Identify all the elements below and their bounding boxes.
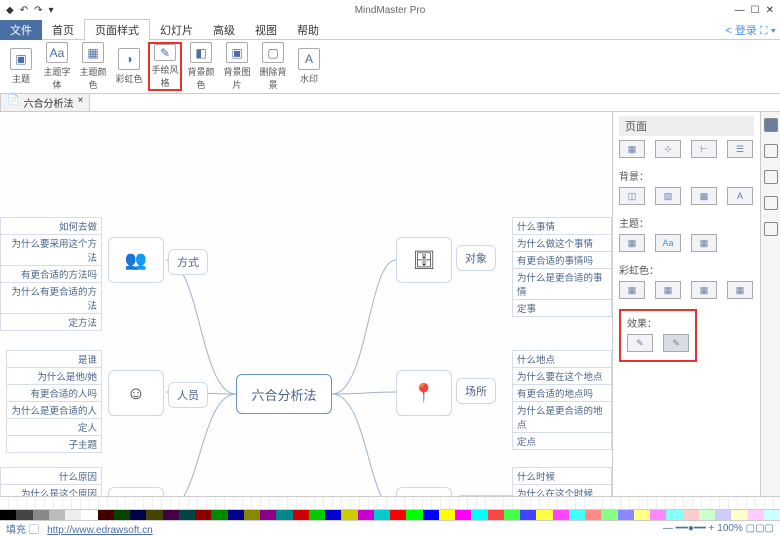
branch-items[interactable]: 什么事情为什么做这个事情有更合适的事情吗为什么是更合适的事情定事 xyxy=(512,217,612,317)
menu-tab-0[interactable]: 首页 xyxy=(42,20,84,40)
sidemini-icon[interactable] xyxy=(764,196,778,210)
side-label-theme: 主题： xyxy=(619,215,754,230)
node[interactable]: 方式 xyxy=(168,249,208,275)
bg-thumb[interactable]: ◫ xyxy=(619,187,645,205)
branch-items[interactable]: 什么时候为什么在这个时候有更合适的时间吗为什么是更合适的时间定时 xyxy=(512,467,612,496)
status-fill: 填充 xyxy=(6,525,26,536)
doc-icon: 📄 xyxy=(7,95,19,110)
login-link[interactable]: < 登录 ⛶ ▾ xyxy=(725,22,780,38)
theme-thumb[interactable]: ▦ xyxy=(619,234,645,252)
close-icon[interactable]: ✕ xyxy=(766,5,774,16)
sidemini-icon[interactable] xyxy=(764,144,778,158)
effect-thumb-brush[interactable]: ✎ xyxy=(663,334,689,352)
color-palette[interactable] xyxy=(0,510,780,520)
menu-tab-1[interactable]: 页面样式 xyxy=(84,19,150,41)
center-node[interactable]: 六合分析法 xyxy=(236,374,332,414)
rainbow-thumb[interactable]: ▦ xyxy=(691,281,717,299)
minimize-icon[interactable]: — xyxy=(735,5,745,16)
side-label-rainbow: 彩虹色： xyxy=(619,262,754,277)
ribbon-背景图片[interactable]: ▣背景图片 xyxy=(220,42,254,91)
ribbon-主题[interactable]: ▣主题 xyxy=(4,42,38,91)
branch-items[interactable]: 是谁为什么是他/她有更合适的人吗为什么是更合适的人定人子主题 xyxy=(6,350,102,453)
effect-thumb-pen[interactable]: ✎ xyxy=(627,334,653,352)
document-tab[interactable]: 📄 六合分析法 × xyxy=(0,93,90,112)
node[interactable]: 对象 xyxy=(456,245,496,271)
rainbow-thumb[interactable]: ▦ xyxy=(655,281,681,299)
node[interactable]: 📍 xyxy=(396,370,452,416)
sidemini-icon[interactable] xyxy=(764,170,778,184)
ribbon-删除背景[interactable]: ▢删除背景 xyxy=(256,42,290,91)
side-label-effect: 效果： xyxy=(627,315,689,330)
menu-tab-2[interactable]: 幻灯片 xyxy=(150,20,203,40)
theme-thumb[interactable]: Aa xyxy=(655,234,681,252)
bg-thumb[interactable]: A xyxy=(727,187,753,205)
app-icon: ◆ xyxy=(6,5,14,16)
node[interactable]: 👥 xyxy=(108,237,164,283)
ribbon-主题颜色[interactable]: ▦主题颜色 xyxy=(76,42,110,91)
rainbow-thumb[interactable]: ▦ xyxy=(619,281,645,299)
ribbon-手绘风格[interactable]: ✎手绘风格 xyxy=(148,42,182,91)
redo-icon[interactable]: ↷ xyxy=(34,5,42,16)
side-title: 页面 xyxy=(619,116,754,136)
layout-thumb[interactable]: ▦ xyxy=(619,140,645,158)
node[interactable]: ☺ xyxy=(108,370,164,416)
zoom-controls[interactable]: — ━━●━━ + 100% ▢▢▢ xyxy=(663,523,774,534)
branch-items[interactable]: 如何去做为什么要采用这个方法有更合适的方法吗为什么有更合适的方法定方法 xyxy=(0,217,102,331)
node[interactable]: 🕒 xyxy=(396,487,452,496)
node[interactable]: 场所 xyxy=(456,378,496,404)
bg-thumb[interactable]: ▧ xyxy=(655,187,681,205)
ribbon-水印[interactable]: A水印 xyxy=(292,42,326,91)
node[interactable]: 🗄 xyxy=(396,237,452,283)
undo-icon[interactable]: ↶ xyxy=(20,5,28,16)
sidemini-icon[interactable] xyxy=(764,222,778,236)
maximize-icon[interactable]: ☐ xyxy=(751,5,760,16)
side-label-bg: 背景： xyxy=(619,168,754,183)
branch-items[interactable]: 什么地点为什么要在这个地点有更合适的地点吗为什么是更合适的地点定点 xyxy=(512,350,612,450)
layout-thumb[interactable]: ⊹ xyxy=(655,140,681,158)
node[interactable]: ？ xyxy=(108,487,164,496)
effect-section: 效果： ✎ ✎ xyxy=(619,309,697,362)
status-link[interactable]: http://www.edrawsoft.cn xyxy=(47,525,153,536)
menu-tab-5[interactable]: 帮助 xyxy=(287,20,329,40)
node[interactable]: 人员 xyxy=(168,382,208,408)
layout-thumb[interactable]: ☰ xyxy=(727,140,753,158)
menu-tab-3[interactable]: 高级 xyxy=(203,20,245,40)
sidemini-icon[interactable] xyxy=(764,118,778,132)
bg-thumb[interactable]: ▩ xyxy=(691,187,717,205)
theme-thumb[interactable]: ▦ xyxy=(691,234,717,252)
ribbon-背景颜色[interactable]: ◧背景颜色 xyxy=(184,42,218,91)
close-tab-icon[interactable]: × xyxy=(77,95,83,110)
menu-tab-4[interactable]: 视图 xyxy=(245,20,287,40)
dropdown-icon[interactable]: ▾ xyxy=(48,5,53,16)
layout-thumb[interactable]: ⊢ xyxy=(691,140,717,158)
ribbon-主题字体[interactable]: Aa主题字体 xyxy=(40,42,74,91)
branch-items[interactable]: 什么原因为什么是这个原因有更合理的原因吗为什么是更合理的原因定原因 xyxy=(0,467,102,496)
menu-file[interactable]: 文件 xyxy=(0,20,42,40)
ruler xyxy=(0,496,780,510)
ribbon-彩虹色[interactable]: ◑彩虹色 xyxy=(112,42,146,91)
app-title: MindMaster Pro xyxy=(0,5,780,16)
rainbow-thumb[interactable]: ▦ xyxy=(727,281,753,299)
